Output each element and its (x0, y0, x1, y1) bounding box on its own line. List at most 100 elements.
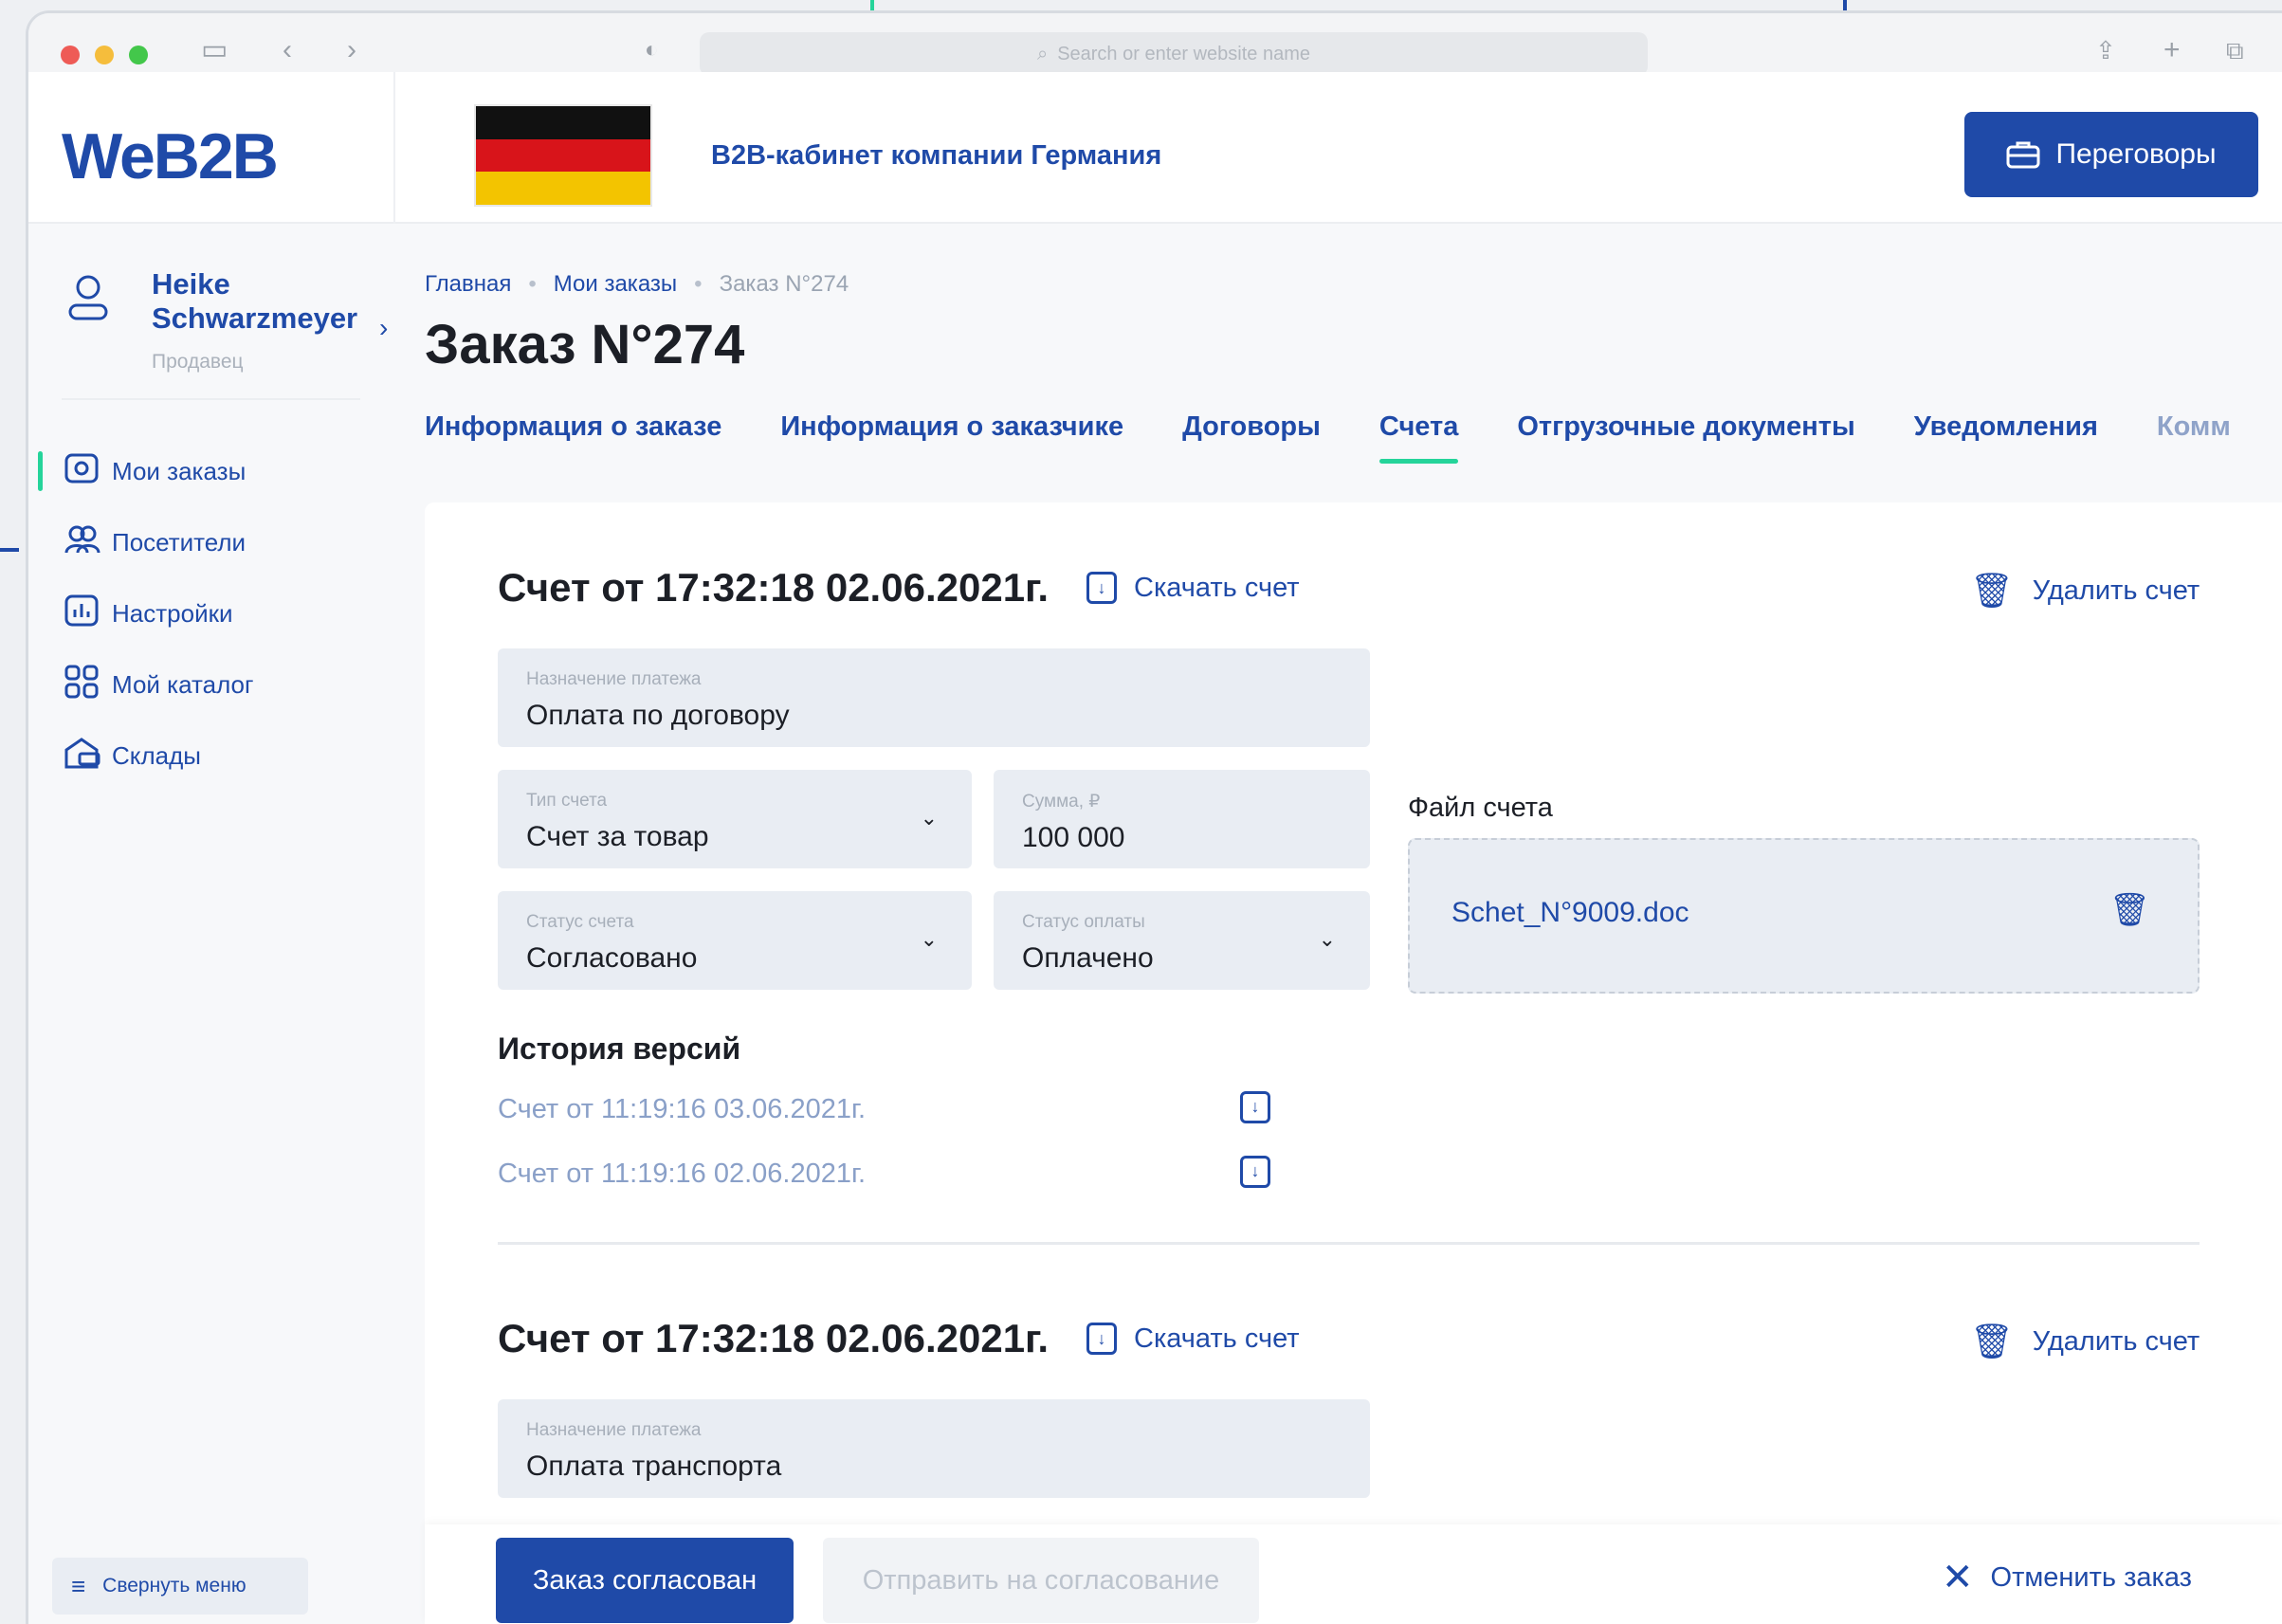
visitors-icon (64, 524, 112, 562)
sidebar: Heike Schwarzmeyer › Продавец Мои заказы… (28, 226, 393, 1624)
back-icon[interactable]: ‹ (283, 36, 292, 64)
invoice-title: Счет от 17:32:18 02.06.2021г. (498, 1316, 1050, 1360)
payment-status-select[interactable]: Статус оплаты Оплачено ⌄ (994, 891, 1370, 990)
tab-comments[interactable]: Комм (2157, 411, 2231, 464)
breadcrumb: Главная • Мои заказы • Заказ N°274 (425, 271, 849, 298)
share-icon[interactable]: ⇪ (2095, 36, 2116, 64)
header-divider (393, 72, 395, 224)
version-history-title: История версий (498, 1031, 741, 1066)
tab-contracts[interactable]: Договоры (1182, 411, 1321, 464)
invoice-divider (498, 1242, 2200, 1245)
order-approved-button[interactable]: Заказ согласован (496, 1538, 794, 1623)
invoice-status-select[interactable]: Статус счета Согласовано ⌄ (498, 891, 972, 990)
send-for-approval-button[interactable]: Отправить на согласование (823, 1538, 1259, 1623)
sidebar-item-label: Настройки (112, 599, 233, 628)
orders-icon (64, 453, 112, 491)
cancel-order-label: Отменить заказ (1990, 1561, 2192, 1593)
maximize-window-dot[interactable] (129, 46, 148, 64)
briefcase-icon (2006, 141, 2040, 169)
field-value: Согласовано (526, 942, 698, 974)
browser-window: ▭ ‹ › ◐ ⌕ Search or enter website name ⇪… (28, 13, 2282, 1624)
field-label: Назначение платежа (526, 669, 702, 689)
invoice-sum-field[interactable]: Сумма, ₽ 100 000 (994, 770, 1370, 868)
invoice-file-label: Файл счета (1408, 793, 1553, 823)
privacy-shield-icon[interactable]: ◐ (645, 36, 659, 64)
invoice-type-select[interactable]: Тип счета Счет за товар ⌄ (498, 770, 972, 868)
trash-icon[interactable]: 🗑 (2109, 891, 2150, 929)
breadcrumb-separator: • (528, 271, 537, 297)
sidebar-item-label: Посетители (112, 528, 246, 557)
sidebar-toggle-icon[interactable]: ▭ (201, 36, 228, 64)
version-history-item[interactable]: Счет от 11:19:16 03.06.2021г. (498, 1094, 866, 1125)
tabs-overview-icon[interactable]: ⧉ (2226, 36, 2244, 64)
download-icon[interactable]: ↓ (1240, 1088, 1270, 1123)
field-label: Статус счета (526, 912, 634, 932)
address-placeholder: Search or enter website name (1057, 43, 1310, 64)
minimize-window-dot[interactable] (95, 46, 114, 64)
hamburger-icon: ≡ (71, 1571, 86, 1600)
sidebar-nav: Мои заказы Посетители Настройки Мой ката… (28, 436, 393, 792)
app-header: WeB2B B2B-кабинет компании Германия Пере… (28, 72, 2282, 224)
order-action-bar: Заказ согласован Отправить на согласован… (425, 1524, 2282, 1624)
user-name: Heike Schwarzmeyer (152, 267, 358, 335)
sidebar-item-visitors[interactable]: Посетители (28, 507, 393, 578)
chevron-down-icon: ⌄ (920, 927, 938, 951)
invoices-card: Счет от 17:32:18 02.06.2021г. ↓ Скачать … (425, 502, 2282, 1624)
page-title: Заказ N°274 (425, 314, 745, 375)
field-label: Тип счета (526, 791, 608, 811)
negotiations-button[interactable]: Переговоры (1964, 112, 2258, 197)
chevron-down-icon: ⌄ (920, 806, 938, 830)
tab-shipping-documents[interactable]: Отгрузочные документы (1517, 411, 1854, 464)
tab-order-info[interactable]: Информация о заказе (425, 411, 721, 464)
delete-invoice-label: Удалить счет (2032, 1325, 2200, 1357)
version-history-item[interactable]: Счет от 11:19:16 02.06.2021г. (498, 1159, 866, 1190)
catalog-icon (64, 665, 112, 706)
download-icon: ↓ (1086, 572, 1118, 604)
breadcrumb-home[interactable]: Главная (425, 271, 511, 298)
close-icon: ✕ (1942, 1557, 1974, 1598)
payment-purpose-field[interactable]: Назначение платежа Оплата транспорта (498, 1399, 1370, 1498)
download-invoice-button[interactable]: ↓ Скачать счет (1086, 1323, 1300, 1355)
negotiations-label: Переговоры (2055, 138, 2217, 170)
tab-invoices[interactable]: Счета (1378, 411, 1459, 464)
chevron-right-icon: › (379, 313, 389, 342)
cancel-order-button[interactable]: ✕ Отменить заказ (1942, 1559, 2192, 1597)
download-invoice-button[interactable]: ↓ Скачать счет (1086, 572, 1300, 604)
collapse-menu-button[interactable]: ≡ Свернуть меню (52, 1558, 308, 1615)
invoice-file-name[interactable]: Schet_N°9009.doc (1451, 897, 1689, 929)
warehouse-icon (64, 737, 112, 776)
tab-notifications[interactable]: Уведомления (1914, 411, 2098, 464)
user-icon (68, 275, 108, 320)
delete-invoice-button[interactable]: 🗑 Удалить счет (1970, 1322, 2200, 1361)
trash-icon: 🗑 (1970, 1322, 2014, 1360)
delete-invoice-button[interactable]: 🗑 Удалить счет (1970, 571, 2200, 611)
breadcrumb-orders[interactable]: Мои заказы (554, 271, 677, 298)
download-icon[interactable]: ↓ (1240, 1153, 1270, 1188)
sidebar-item-settings[interactable]: Настройки (28, 578, 393, 649)
sidebar-item-label: Мои заказы (112, 457, 246, 485)
logo[interactable]: WeB2B (62, 119, 279, 193)
invoice-header: Счет от 17:32:18 02.06.2021г. ↓ Скачать … (498, 565, 1300, 611)
sidebar-item-label: Склады (112, 741, 201, 770)
download-icon: ↓ (1086, 1323, 1118, 1355)
user-role: Продавец (152, 351, 244, 373)
field-value: 100 000 (1022, 822, 1125, 853)
order-tabs: Информация о заказе Информация о заказчи… (425, 411, 2231, 464)
browser-toolbar: ▭ ‹ › ◐ ⌕ Search or enter website name ⇪… (28, 13, 2282, 76)
payment-purpose-field[interactable]: Назначение платежа Оплата по договору (498, 648, 1370, 747)
new-tab-icon[interactable]: + (2163, 36, 2181, 64)
field-label: Статус оплаты (1022, 912, 1145, 932)
search-icon: ⌕ (1036, 43, 1049, 64)
sidebar-item-catalog[interactable]: Мой каталог (28, 649, 393, 721)
invoice-file-dropzone[interactable]: Schet_N°9009.doc 🗑 (1408, 838, 2200, 994)
field-label: Сумма, ₽ (1022, 792, 1101, 812)
sidebar-item-warehouses[interactable]: Склады (28, 721, 393, 792)
breadcrumb-separator: • (694, 271, 703, 297)
delete-invoice-label: Удалить счет (2032, 575, 2200, 606)
tab-customer-info[interactable]: Информация о заказчике (780, 411, 1123, 464)
field-value: Оплачено (1022, 942, 1154, 974)
close-window-dot[interactable] (61, 46, 80, 64)
address-bar[interactable]: ⌕ Search or enter website name (700, 32, 1648, 76)
sidebar-item-orders[interactable]: Мои заказы (28, 436, 393, 507)
forward-icon[interactable]: › (347, 36, 356, 64)
